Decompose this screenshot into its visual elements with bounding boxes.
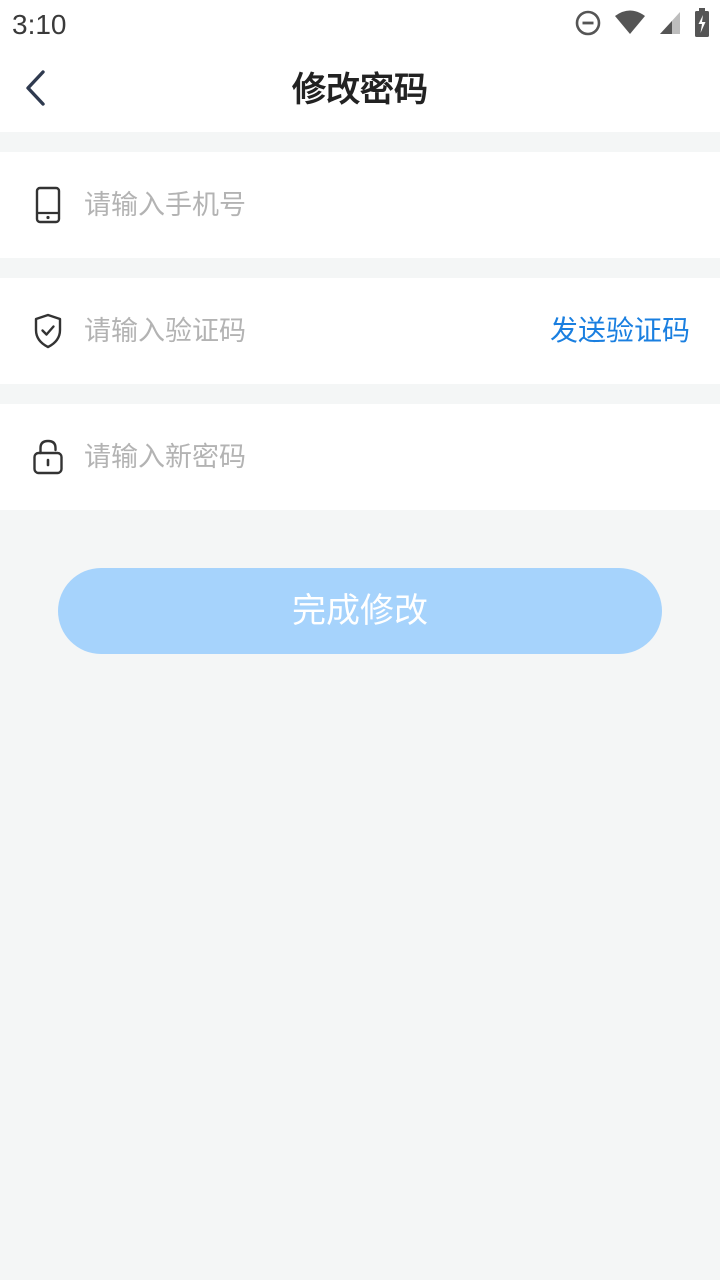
submit-button[interactable]: 完成修改 (58, 568, 662, 654)
battery-charging-icon (694, 8, 710, 42)
send-code-button[interactable]: 发送验证码 (550, 304, 690, 358)
lock-icon (30, 437, 66, 477)
status-bar: 3:10 (0, 0, 720, 48)
mobile-phone-icon (30, 185, 66, 225)
verification-code-input[interactable] (84, 304, 524, 358)
cellular-signal-icon (658, 10, 682, 40)
back-button[interactable] (12, 64, 60, 116)
top-area: 3:10 修改密码 (0, 0, 720, 132)
new-password-row (0, 404, 720, 510)
new-password-input[interactable] (84, 430, 644, 484)
status-icons (574, 8, 710, 42)
chevron-left-icon (23, 68, 49, 112)
phone-row (0, 152, 720, 258)
page-title: 修改密码 (292, 70, 428, 110)
do-not-disturb-icon (574, 9, 602, 41)
wifi-icon (614, 10, 646, 40)
status-time: 3:10 (12, 9, 67, 40)
shield-check-icon (30, 311, 66, 351)
phone-input[interactable] (84, 178, 644, 232)
navigation-bar: 修改密码 (0, 48, 720, 132)
code-row: 发送验证码 (0, 278, 720, 384)
